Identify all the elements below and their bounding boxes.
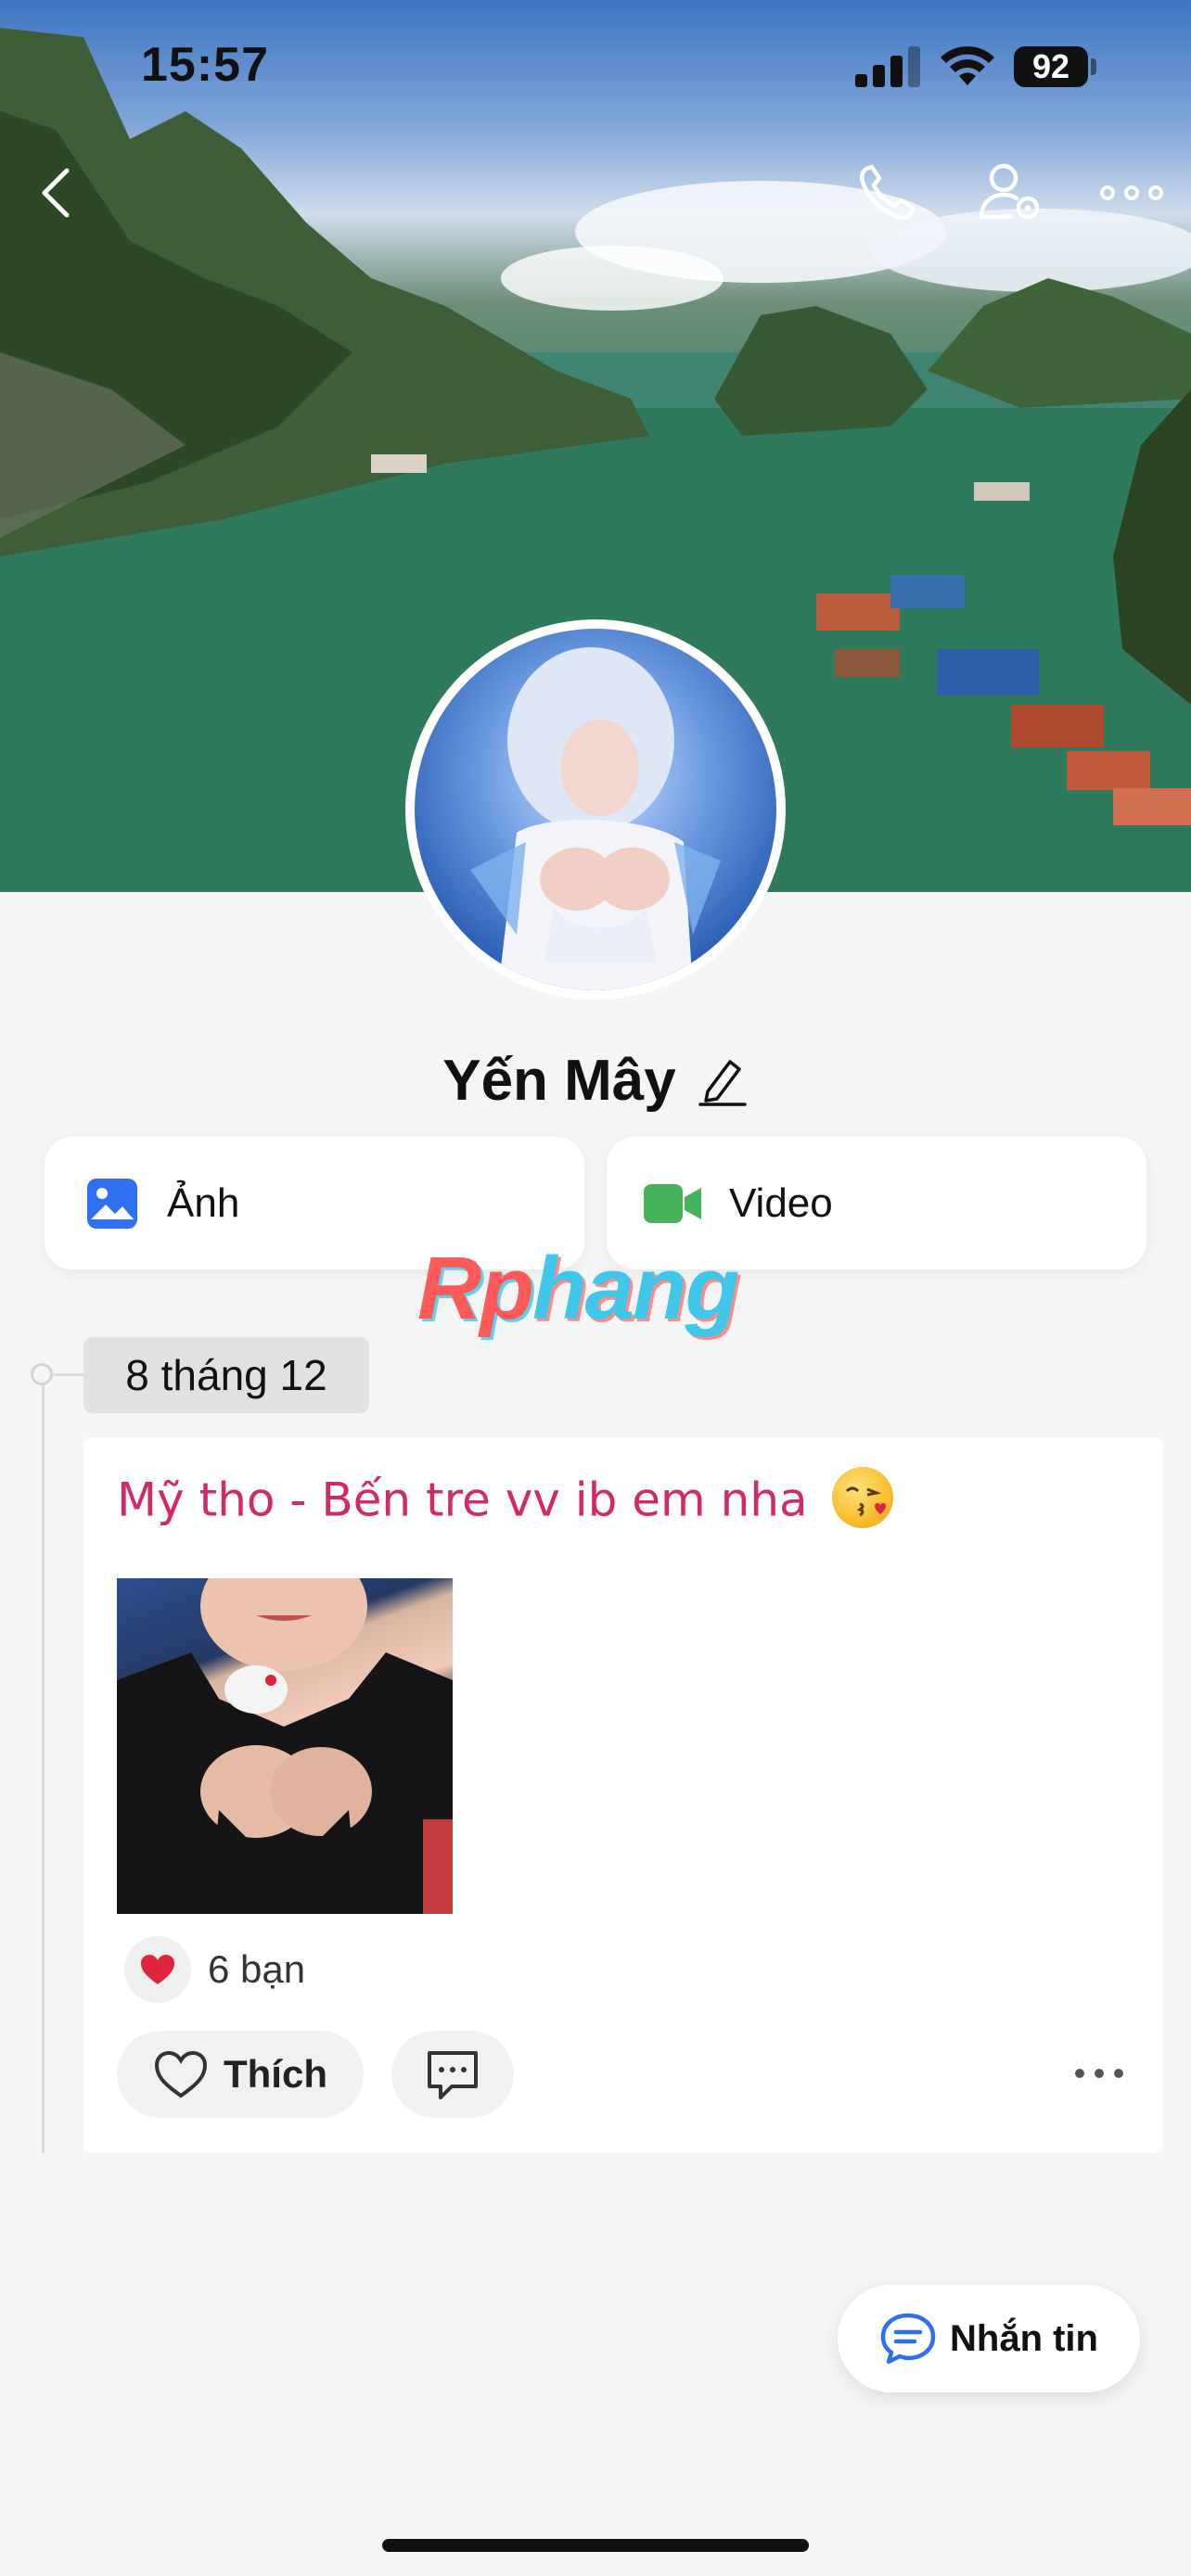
avatar[interactable] bbox=[405, 619, 786, 1000]
post-caption: Mỹ tho - Bến tre vv ib em nha bbox=[117, 1473, 808, 1527]
heart-outline-icon bbox=[154, 2050, 208, 2098]
phone-icon[interactable] bbox=[850, 156, 924, 230]
watermark-part-b: hang bbox=[531, 1239, 739, 1338]
post-text: Mỹ tho - Bến tre vv ib em nha bbox=[117, 1467, 893, 1534]
status-time: 15:57 bbox=[141, 38, 269, 92]
kissing-face-emoji-icon bbox=[831, 1467, 893, 1528]
chat-bubble-icon bbox=[880, 2313, 936, 2365]
watermark-logo: Rphang bbox=[417, 1238, 739, 1340]
pencil-icon[interactable] bbox=[697, 1054, 749, 1106]
battery-tip bbox=[1091, 58, 1096, 75]
photos-label: Ảnh bbox=[167, 1180, 240, 1226]
wifi-icon bbox=[941, 45, 994, 85]
like-button[interactable]: Thích bbox=[117, 2031, 364, 2118]
heart-reaction-icon bbox=[124, 1936, 191, 2003]
message-button[interactable]: Nhắn tin bbox=[838, 2285, 1140, 2392]
home-indicator[interactable] bbox=[382, 2539, 809, 2552]
watermark-part-a: Rp bbox=[417, 1239, 534, 1338]
like-label: Thích bbox=[224, 2052, 327, 2096]
post-photo[interactable] bbox=[117, 1578, 453, 1914]
post-more-icon[interactable] bbox=[1074, 2066, 1124, 2081]
profile-name: Yến Mây bbox=[442, 1048, 676, 1113]
videos-label: Video bbox=[729, 1180, 833, 1226]
image-icon bbox=[87, 1178, 137, 1229]
video-camera-icon bbox=[644, 1183, 701, 1223]
cellular-signal-icon bbox=[855, 46, 922, 87]
back-icon[interactable] bbox=[20, 156, 95, 230]
more-icon[interactable] bbox=[1095, 156, 1169, 230]
timeline-date: 8 tháng 12 bbox=[83, 1337, 369, 1413]
profile-name-row: Yến Mây bbox=[0, 1039, 1191, 1122]
reaction-count: 6 bạn bbox=[208, 1947, 306, 1991]
post-card: Mỹ tho - Bến tre vv ib em nha 6 bạn Thíc… bbox=[83, 1437, 1163, 2153]
message-label: Nhắn tin bbox=[950, 2317, 1098, 2359]
timeline-line bbox=[42, 1372, 45, 2153]
timeline-dot bbox=[31, 1363, 53, 1385]
timeline-connector bbox=[53, 1373, 84, 1376]
comment-button[interactable] bbox=[391, 2031, 514, 2118]
reaction-summary[interactable]: 6 bạn bbox=[124, 1936, 305, 2003]
user-settings-icon[interactable] bbox=[974, 156, 1048, 230]
battery-indicator: 92 bbox=[1014, 46, 1088, 87]
comment-icon bbox=[428, 2051, 478, 2099]
avatar-image bbox=[415, 629, 776, 990]
